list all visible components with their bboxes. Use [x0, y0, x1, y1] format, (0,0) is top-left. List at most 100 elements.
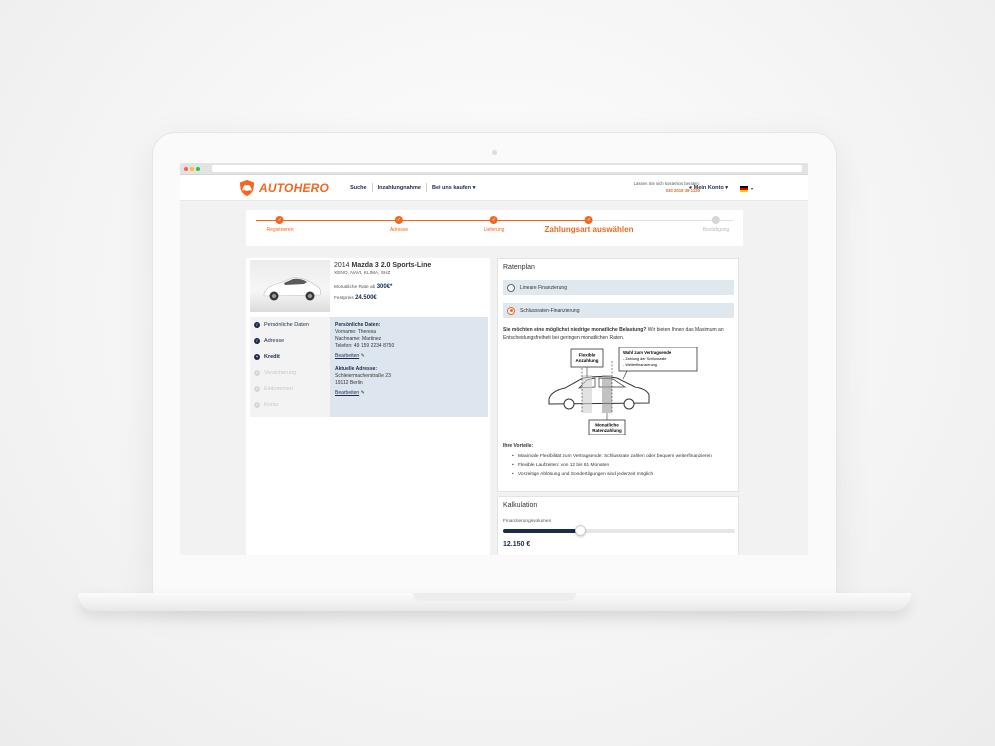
minimize-dot-icon[interactable]	[190, 166, 194, 171]
plus-circle-icon: +	[254, 354, 260, 360]
rate-label: Monatliche Rate ab	[334, 285, 376, 290]
diagram-box3-line2: Ratenzahlung	[592, 428, 622, 433]
edit-address-link[interactable]: Bearbeiten ✎	[335, 387, 483, 397]
option-lineare-finanzierung[interactable]: Lineare Finanzierung	[503, 280, 734, 295]
personal-data-panel: Persönliche Daten: Vorname: Theresa Nach…	[330, 317, 488, 417]
close-dot-icon[interactable]	[184, 166, 188, 171]
diagram-box2-line2: - Weiterfinanzierung	[623, 363, 657, 367]
radio-icon	[507, 283, 515, 292]
check-icon: ✓	[585, 216, 593, 224]
sidenav-item-konto: + Konto	[250, 397, 330, 413]
advantages-list: Maximale Flexibilität zum Vertragsende: …	[510, 452, 735, 479]
car-rate: Monatliche Rate ab 300€*	[334, 284, 431, 290]
site-header: AUTOHERO Suche Inzahlungnahme Bei uns ka…	[180, 175, 808, 201]
address-heading: Aktuelle Adresse:	[335, 366, 378, 372]
laptop-notch	[413, 593, 576, 601]
checkout-progress: ✓ Registrieren ✓ Adresse ✓ Lieferung ✓ Z…	[246, 210, 743, 246]
diagram-box1-line2: Anzahlung	[576, 358, 599, 363]
car-model: Mazda 3 2.0 Sports-Line	[351, 262, 432, 269]
car-title[interactable]: 2014 Mazda 3 2.0 Sports-Line	[334, 262, 431, 269]
diagram-box2-title: Wahl zum Vertragsende	[623, 350, 672, 355]
car-icon	[263, 277, 321, 301]
account-menu[interactable]: ● Mein Konto ▾	[689, 185, 728, 191]
pencil-icon: ✎	[360, 353, 365, 359]
city: 19112 Berlin	[335, 380, 363, 386]
step-dot-icon	[711, 216, 720, 224]
vehicle-card: 2014 Mazda 3 2.0 Sports-Line XENO, NAVI,…	[246, 258, 490, 555]
street: Schleiermacherstraße 23	[335, 373, 391, 379]
plan-description: Sie möchten eine möglichst niedrige mona…	[503, 326, 735, 342]
step-label: Lieferung	[483, 227, 505, 233]
advantages-heading: Ihre Vorteile:	[503, 443, 534, 449]
sidenav-label: Persönliche Daten	[264, 322, 309, 328]
check-circle-icon: ✓	[254, 322, 260, 328]
maximize-dot-icon[interactable]	[196, 166, 200, 171]
car-info: 2014 Mazda 3 2.0 Sports-Line XENO, NAVI,…	[334, 262, 431, 301]
step-lieferung[interactable]: ✓ Lieferung	[483, 216, 505, 233]
step-label: Adresse	[389, 227, 409, 233]
account-label: Mein Konto ▾	[693, 185, 728, 191]
list-item: Vorzeitige Ablösung und Sondertilgungen …	[510, 470, 735, 479]
sidenav-item-persoenliche-daten[interactable]: ✓ Persönliche Daten	[250, 317, 330, 333]
nav-bei-uns-kaufen[interactable]: Bei uns kaufen ▾	[427, 185, 480, 191]
diagram-box1-line1: Flexible	[579, 353, 596, 358]
step-registrieren[interactable]: ✓ Registrieren	[267, 216, 293, 233]
chevron-down-icon[interactable]: ▾	[751, 186, 753, 191]
browser-bar	[180, 163, 808, 175]
progress-track-done	[256, 220, 588, 221]
step-label-active: Zahlungsart auswählen	[544, 225, 634, 234]
sidenav-item-kredit[interactable]: + Kredit	[250, 349, 330, 365]
car-features: XENO, NAVI, KLIMA, SHZ	[334, 271, 391, 276]
check-circle-icon: ✓	[254, 338, 260, 344]
phone-number: Telefon: 49 159 2234 8750	[335, 343, 395, 349]
edit-link-text: Bearbeiten	[335, 353, 360, 359]
price-label: Festpreis	[334, 296, 354, 301]
plus-circle-icon: +	[254, 402, 260, 408]
nav-inzahlungnahme[interactable]: Inzahlungnahme	[373, 185, 426, 191]
diagram-box2-line1: - Zahlung der Schlussrate	[623, 357, 666, 361]
finanzierungsvolumen-slider[interactable]	[503, 525, 735, 536]
plus-circle-icon: +	[254, 386, 260, 392]
option-schlussraten-finanzierung[interactable]: Schlussraten-Finanzierung	[503, 303, 734, 318]
plus-circle-icon: +	[254, 370, 260, 376]
ratenplan-title: Ratenplan	[503, 264, 535, 271]
sidenav-label: Einkommen	[264, 386, 294, 392]
sidenav-label: Kredit	[264, 354, 280, 360]
step-adresse[interactable]: ✓ Adresse	[390, 216, 408, 233]
check-icon: ✓	[489, 216, 498, 224]
german-flag-icon[interactable]	[740, 186, 748, 192]
sidenav-label: Versicherung	[264, 370, 297, 376]
personal-heading: Persönliche Daten:	[335, 322, 381, 328]
url-bar[interactable]	[212, 165, 802, 172]
user-icon: ●	[688, 185, 693, 191]
sidenav-item-einkommen: + Einkommen	[250, 381, 330, 397]
slider-handle[interactable]	[574, 525, 586, 536]
sidenav-item-adresse[interactable]: ✓ Adresse	[250, 333, 330, 349]
finanzierungsvolumen-label: Finanzierungsvolumen	[503, 519, 552, 524]
logo[interactable]: AUTOHERO	[238, 179, 329, 197]
car-price: Festpreis 24.500€	[334, 295, 431, 301]
diagram-box3-line1: Monatliche	[595, 423, 619, 428]
kalkulation-title: Kalkulation	[503, 502, 538, 509]
finance-steps-nav: ✓ Persönliche Daten ✓ Adresse + Kredit +…	[250, 317, 330, 417]
sidenav-item-versicherung: + Versicherung	[250, 365, 330, 381]
pencil-icon: ✎	[360, 390, 365, 396]
car-year: 2014	[334, 262, 350, 269]
first-name: Vorname: Theresa	[335, 329, 377, 335]
edit-personal-link[interactable]: Bearbeiten ✎	[335, 350, 483, 360]
check-icon: ✓	[395, 216, 403, 224]
radio-selected-icon	[507, 306, 515, 315]
step-zahlungsart[interactable]: ✓ Zahlungsart auswählen	[544, 216, 634, 234]
option-label: Schlussraten-Finanzierung	[520, 307, 580, 314]
finanzierungsvolumen-amount: 12.150 €	[503, 541, 531, 548]
last-name: Nachname: Martinez	[335, 336, 382, 342]
ratenplan-card: Ratenplan Lineare Finanzierung Schlussra…	[497, 258, 739, 492]
logo-text: AUTOHERO	[259, 180, 330, 195]
nav-suche[interactable]: Suche	[345, 185, 372, 191]
check-icon: ✓	[276, 216, 284, 224]
screen: AUTOHERO Suche Inzahlungnahme Bei uns ka…	[180, 163, 808, 555]
finance-diagram: Flexible Anzahlung Wahl zum Vertragsende…	[548, 347, 698, 435]
list-item: Maximale Flexibilität zum Vertragsende: …	[510, 452, 735, 461]
step-label: Bestätigung	[702, 227, 730, 233]
price-value: 24.500€	[355, 295, 377, 301]
